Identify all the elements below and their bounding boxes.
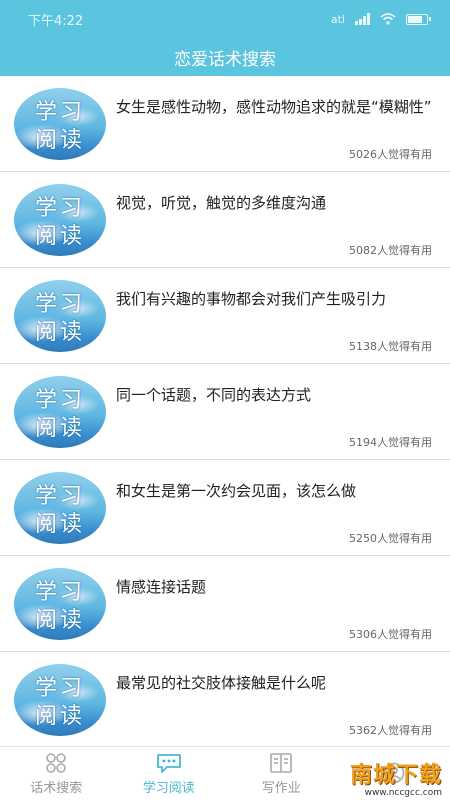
useful-count: 5306人觉得有用 [349,626,432,642]
page-title: 恋爱话术搜索 [174,45,276,70]
tab-label: 写作业 [262,777,301,796]
signal-icon [355,13,370,25]
tab-study-reading[interactable]: 学习阅读 [113,747,226,801]
useful-count: 5082人觉得有用 [349,242,432,258]
watermark-logo: 南城下载 [350,765,442,787]
status-time: 下午4:22 [28,10,83,29]
study-reading-thumbnail: 学习阅读 [14,568,106,640]
site-watermark: 南城下载 www.nccgcc.com [350,765,442,798]
list-item[interactable]: 学习阅读 和女生是第一次约会见面，该怎么做 5250人觉得有用 [0,460,450,556]
battery-icon [406,14,428,25]
tab-homework[interactable]: 写作业 [225,747,338,801]
useful-count: 5138人觉得有用 [349,338,432,354]
list-item[interactable]: 学习阅读 情感连接话题 5306人觉得有用 [0,556,450,652]
grid-icon [43,752,69,774]
list-item[interactable]: 学习阅读 女生是感性动物，感性动物追求的就是“模糊性” 5026人觉得有用 [0,76,450,172]
article-title: 视觉，听觉，触觉的多维度沟通 [116,192,434,214]
useful-count: 5362人觉得有用 [349,722,432,738]
list-item[interactable]: 学习阅读 我们有兴趣的事物都会对我们产生吸引力 5138人觉得有用 [0,268,450,364]
tab-search-phrases[interactable]: 话术搜索 [0,747,113,801]
study-reading-thumbnail: 学习阅读 [14,376,106,448]
tab-label: 学习阅读 [143,777,195,796]
useful-count: 5026人觉得有用 [349,146,432,162]
book-icon [268,752,294,774]
study-reading-thumbnail: 学习阅读 [14,664,106,736]
article-title: 最常见的社交肢体接触是什么呢 [116,672,434,694]
article-title: 我们有兴趣的事物都会对我们产生吸引力 [116,288,434,310]
network-label: atl [331,13,345,26]
tab-label: 话术搜索 [30,777,82,796]
useful-count: 5250人觉得有用 [349,530,432,546]
chat-icon [155,752,183,774]
status-bar: 下午4:22 atl [0,0,450,38]
study-reading-thumbnail: 学习阅读 [14,184,106,256]
article-list[interactable]: 学习阅读 女生是感性动物，感性动物追求的就是“模糊性” 5026人觉得有用 学习… [0,76,450,746]
article-title: 女生是感性动物，感性动物追求的就是“模糊性” [116,96,434,118]
article-title: 同一个话题，不同的表达方式 [116,384,434,406]
study-reading-thumbnail: 学习阅读 [14,88,106,160]
list-item[interactable]: 学习阅读 同一个话题，不同的表达方式 5194人觉得有用 [0,364,450,460]
status-icons: atl [331,13,428,26]
watermark-url: www.nccgcc.com [350,789,442,798]
useful-count: 5194人觉得有用 [349,434,432,450]
wifi-icon [380,13,396,25]
study-reading-thumbnail: 学习阅读 [14,472,106,544]
article-title: 情感连接话题 [116,576,434,598]
list-item[interactable]: 学习阅读 最常见的社交肢体接触是什么呢 5362人觉得有用 [0,652,450,746]
header-bar: 恋爱话术搜索 [0,38,450,76]
list-item[interactable]: 学习阅读 视觉，听觉，触觉的多维度沟通 5082人觉得有用 [0,172,450,268]
article-title: 和女生是第一次约会见面，该怎么做 [116,480,434,502]
study-reading-thumbnail: 学习阅读 [14,280,106,352]
